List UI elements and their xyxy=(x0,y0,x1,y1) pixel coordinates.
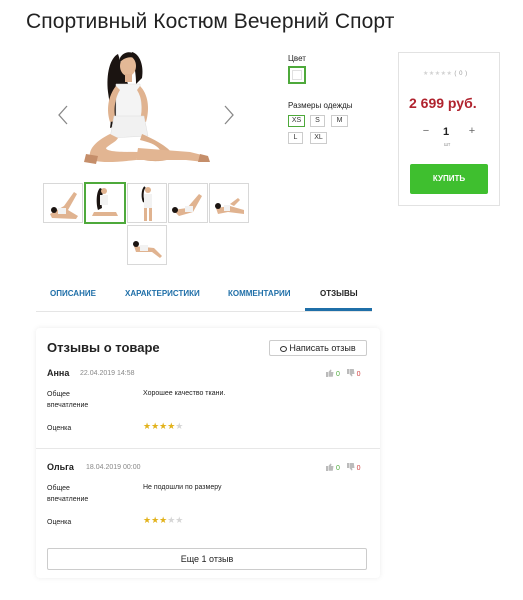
product-rating: ★★★★★( 0 ) xyxy=(423,70,468,77)
tab-reviews[interactable]: ОТЗЫВЫ xyxy=(320,289,358,298)
impression-label: Общее впечатление xyxy=(47,391,89,409)
review-stars: ★★★★★ xyxy=(143,515,184,525)
gallery-thumbnail[interactable] xyxy=(127,183,167,223)
size-option-m[interactable]: M xyxy=(331,115,348,127)
color-swatch-white[interactable] xyxy=(288,66,306,84)
gallery-thumbnail[interactable] xyxy=(168,183,208,223)
review-author: Ольга xyxy=(47,462,74,472)
likes-count: 0 xyxy=(335,465,340,472)
color-label: Цвет xyxy=(288,54,306,63)
dislikes-count: 0 xyxy=(356,465,361,472)
likes-count: 0 xyxy=(335,371,340,378)
thumbs-up-icon[interactable] xyxy=(325,463,334,473)
prev-image-arrow-icon[interactable] xyxy=(56,104,70,126)
rating-label: Оценка xyxy=(47,519,72,526)
gallery-thumbnail[interactable] xyxy=(43,183,83,223)
buy-box: ★★★★★( 0 ) 2 699 руб. − 1 + шт Купить xyxy=(398,52,500,206)
review-votes: 0 0 xyxy=(325,369,361,379)
quantity-value[interactable]: 1 xyxy=(443,126,449,138)
review-text: Не подошли по размеру xyxy=(143,484,222,491)
quantity-unit: шт xyxy=(444,142,451,148)
rating-label: Оценка xyxy=(47,425,72,432)
active-tab-indicator xyxy=(305,308,372,311)
write-review-label: Написать отзыв xyxy=(289,343,356,353)
size-option-xl[interactable]: XL xyxy=(310,132,327,144)
product-title: Спортивный Костюм Вечерний Спорт xyxy=(26,10,395,33)
sizes-label: Размеры одежды xyxy=(288,101,353,110)
more-reviews-button[interactable]: Еще 1 отзыв xyxy=(47,548,367,570)
gallery-thumbnail[interactable] xyxy=(127,225,167,265)
review-date: 18.04.2019 00:00 xyxy=(86,464,141,471)
rating-stars: ★★★★★ xyxy=(423,71,453,77)
reviews-panel: Отзывы о товаре Написать отзыв Анна 22.0… xyxy=(36,328,380,578)
tab-comments[interactable]: КОММЕНТАРИИ xyxy=(228,289,291,298)
gallery-thumbnail[interactable] xyxy=(209,183,249,223)
thumbs-down-icon[interactable] xyxy=(346,463,355,473)
buy-button[interactable]: Купить xyxy=(410,164,488,194)
size-option-l[interactable]: L xyxy=(288,132,303,144)
review-text: Хорошее качество ткани. xyxy=(143,390,226,397)
thumbs-down-icon[interactable] xyxy=(346,369,355,379)
size-option-s[interactable]: S xyxy=(310,115,325,127)
size-option-xs[interactable]: XS xyxy=(288,115,305,127)
rating-count: ( 0 ) xyxy=(454,71,468,77)
quantity-increase-button[interactable]: + xyxy=(466,126,478,138)
reviews-heading: Отзывы о товаре xyxy=(47,340,160,355)
quantity-decrease-button[interactable]: − xyxy=(420,126,432,138)
review-author: Анна xyxy=(47,368,70,378)
gallery-thumbnail-active[interactable] xyxy=(84,182,126,224)
review-stars: ★★★★★ xyxy=(143,421,184,431)
review-divider xyxy=(36,448,380,449)
impression-label: Общее впечатление xyxy=(47,485,89,503)
review-votes: 0 0 xyxy=(325,463,361,473)
thumbs-up-icon[interactable] xyxy=(325,369,334,379)
tab-characteristics[interactable]: ХАРАКТЕРИСТИКИ xyxy=(125,289,200,298)
tab-description[interactable]: ОПИСАНИЕ xyxy=(50,289,96,298)
next-image-arrow-icon[interactable] xyxy=(222,104,236,126)
speech-bubble-icon xyxy=(280,346,288,352)
write-review-button[interactable]: Написать отзыв xyxy=(269,340,367,356)
dislikes-count: 0 xyxy=(356,371,361,378)
review-date: 22.04.2019 14:58 xyxy=(80,370,135,377)
product-price: 2 699 руб. xyxy=(409,95,477,111)
